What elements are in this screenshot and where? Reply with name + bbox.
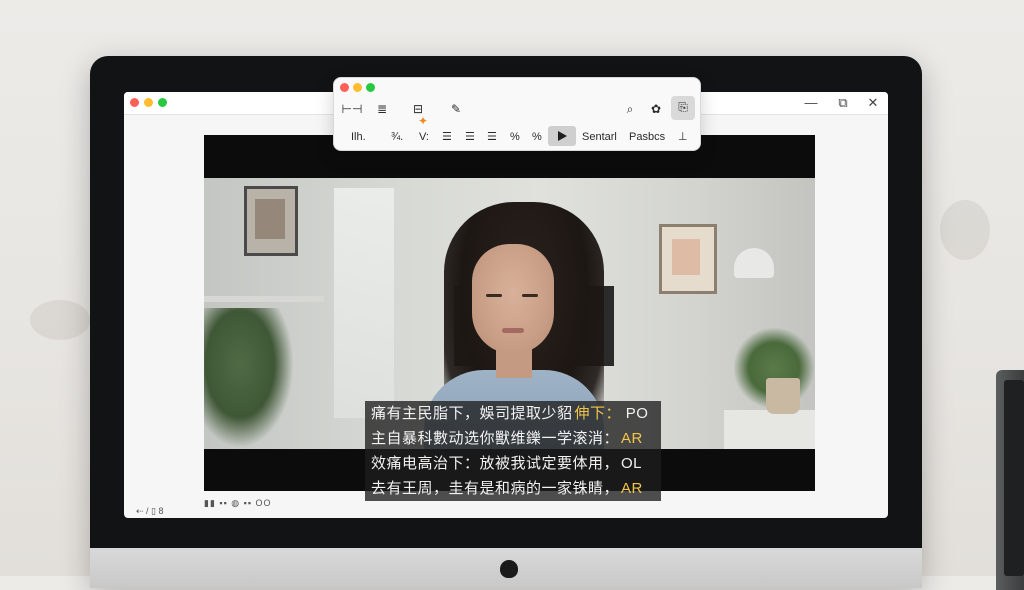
- toolbar-zoom-dot-icon[interactable]: [366, 83, 375, 92]
- align-icon[interactable]: ☰: [487, 127, 497, 147]
- toolbar-item[interactable]: ¾.: [391, 127, 403, 147]
- video-canvas[interactable]: 痛有主民脂下，娛司提取少貂 伸下： PO 主自暴科數动选你獸维鑠一学滚消： AR 效…: [204, 135, 815, 501]
- person-eye: [486, 294, 502, 297]
- person-face: [472, 244, 554, 354]
- baseline-icon[interactable]: ⊥: [678, 127, 688, 147]
- background-window: [334, 188, 394, 418]
- person-lips: [502, 328, 524, 333]
- chat-icon[interactable]: ⌕: [618, 98, 642, 120]
- floating-toolbar: ⊢⊣ ≣ ⊟ ✦ ✎ ⌕ ✿ ⎘ Ilh. ¾. V: ☰ ☰ ☰ % % Se…: [333, 77, 701, 151]
- align-icon[interactable]: ☰: [442, 127, 452, 147]
- align-icon[interactable]: ☰: [465, 127, 475, 147]
- zoom-dot-icon[interactable]: [158, 98, 167, 107]
- close-dot-icon[interactable]: [130, 98, 139, 107]
- status-left: ⇠ / ▯ 8: [136, 506, 164, 516]
- apple-logo: [500, 560, 518, 578]
- video-player-window: — ⧉ ✕ 痛有主民脂下，娛司提取少貂 伸下： PO 主自暴科數动选你獸维鑠一学…: [124, 92, 888, 518]
- toolbar-close-dot-icon[interactable]: [340, 83, 349, 92]
- frame-icon[interactable]: ⊢⊣: [340, 98, 364, 120]
- percent-icon[interactable]: %: [510, 127, 520, 147]
- picture-frame-right: [659, 224, 717, 294]
- subtitle-tail: OL: [621, 455, 643, 472]
- percent-icon[interactable]: %: [532, 127, 542, 147]
- subtitle-tag: 伸下：: [574, 405, 622, 422]
- sparkle-icon: ✦: [418, 114, 429, 128]
- toolbar-item[interactable]: Ilh.: [351, 127, 366, 147]
- toolbar-label-pasbcs[interactable]: Pasbcs: [629, 127, 665, 147]
- lamp: [734, 248, 774, 278]
- picture-frame-left: [244, 186, 298, 256]
- playback-controls[interactable]: ▮▮ ▪▪ ◍ ▪▪ OO: [204, 498, 272, 509]
- minimize-dot-icon[interactable]: [144, 98, 153, 107]
- shelf: [204, 296, 324, 302]
- subtitle-text: 效痛电高治下：放被我试定要体用，: [371, 455, 620, 472]
- subtitle-line[interactable]: 痛有主民脂下，娛司提取少貂 伸下： PO: [365, 401, 661, 426]
- toolbar-minimize-dot-icon[interactable]: [353, 83, 362, 92]
- wall-texture: [30, 300, 90, 340]
- plant-left: [204, 308, 294, 448]
- subtitle-tag: AR: [621, 430, 643, 447]
- subtitle-tag: AR: [621, 480, 643, 497]
- wall-texture: [940, 200, 990, 260]
- subtitle-text: 痛有主民脂下，娛司提取少貂: [371, 405, 573, 422]
- play-button[interactable]: [548, 126, 576, 146]
- subtitle-block[interactable]: 痛有主民脂下，娛司提取少貂 伸下： PO 主自暴科數动选你獸维鑠一学滚消： AR 效…: [365, 401, 661, 501]
- pen-icon[interactable]: ✎: [444, 98, 468, 120]
- subtitle-text: 主自暴科數动选你獸维鑠一学滚消：: [371, 430, 620, 447]
- subtitle-text: 去有王周，圭有是和病的一家铢睛，: [371, 480, 620, 497]
- plant-pot: [766, 378, 800, 414]
- subtitle-line[interactable]: 主自暴科數动选你獸维鑠一学滚消： AR: [365, 426, 661, 451]
- side-table: [724, 410, 815, 449]
- close-button[interactable]: ✕: [864, 95, 882, 111]
- export-icon[interactable]: ⎘: [671, 96, 695, 120]
- settings-icon[interactable]: ✿: [644, 98, 668, 120]
- side-speaker-grille: [1004, 380, 1024, 576]
- toolbar-label-sentarl[interactable]: Sentarl: [582, 127, 617, 147]
- subtitle-line[interactable]: 效痛电高治下：放被我试定要体用， OL: [365, 451, 661, 476]
- list-style-icon[interactable]: ≣: [370, 98, 394, 120]
- person-eye: [522, 294, 538, 297]
- subtitle-tail: PO: [621, 405, 649, 422]
- minimize-button[interactable]: —: [802, 95, 820, 111]
- toolbar-item[interactable]: V:: [419, 127, 429, 147]
- subtitle-line[interactable]: 去有王周，圭有是和病的一家铢睛， AR: [365, 476, 661, 501]
- restore-button[interactable]: ⧉: [834, 95, 852, 111]
